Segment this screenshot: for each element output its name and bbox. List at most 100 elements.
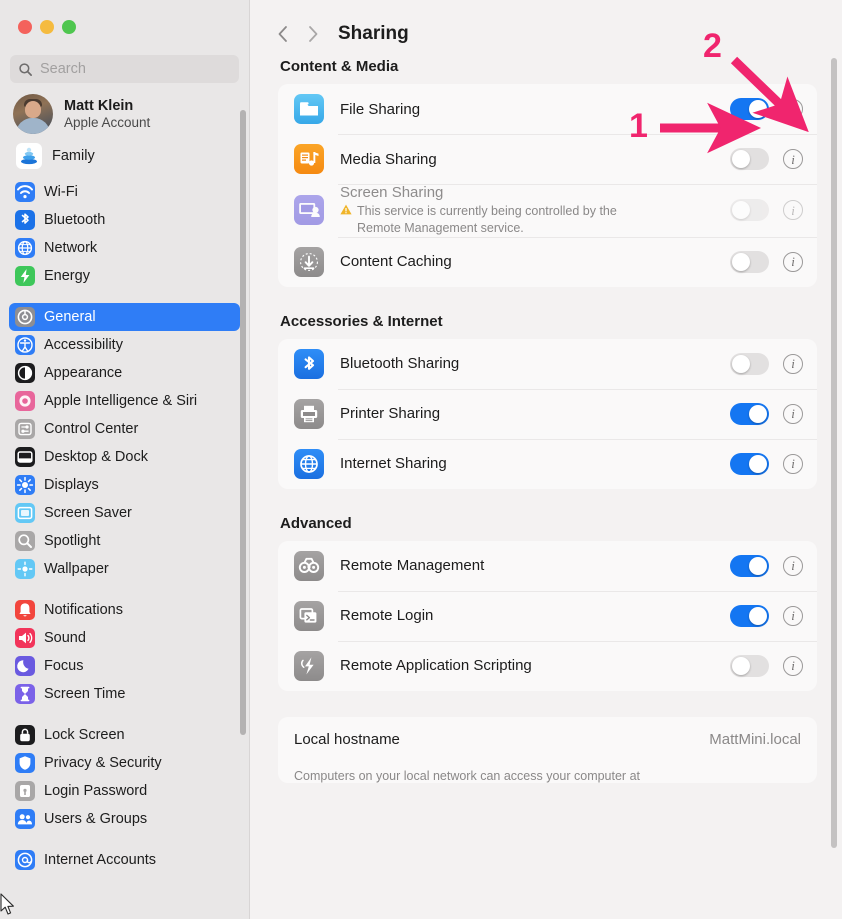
settings-sections: Content & Media File Sharing i Media Sharin… xyxy=(250,58,842,783)
privacy-security-icon xyxy=(15,753,35,773)
screen-sharing-info-button[interactable]: i xyxy=(783,200,803,221)
sidebar-item-login-password[interactable]: Login Password xyxy=(9,777,240,805)
main-scrollbar[interactable] xyxy=(831,58,837,848)
forward-button[interactable] xyxy=(302,23,324,45)
sidebar-item-energy[interactable]: Energy xyxy=(9,262,240,290)
bluetooth-sharing-icon xyxy=(294,348,324,379)
sidebar-item-sound[interactable]: Sound xyxy=(9,624,240,652)
media-sharing-info-button[interactable]: i xyxy=(783,149,803,169)
remote-application-scripting-info-button[interactable]: i xyxy=(783,655,803,676)
family-icon xyxy=(16,143,42,169)
internet-sharing-toggle[interactable] xyxy=(730,452,769,475)
content-caching-toggle[interactable] xyxy=(730,250,769,273)
sidebar-item-label: Login Password xyxy=(44,783,148,799)
sidebar-item-label: Sound xyxy=(44,630,86,646)
notifications-icon xyxy=(15,600,35,620)
section-title: Advanced xyxy=(280,514,352,532)
sidebar-item-label: Network xyxy=(44,240,98,256)
settings-row: Internet Sharing i xyxy=(278,438,817,489)
remote-scripting-icon xyxy=(294,650,324,681)
row-label: File Sharing xyxy=(340,100,421,118)
zoom-button[interactable] xyxy=(62,20,76,34)
row-note-text: This service is currently being controll… xyxy=(357,204,617,235)
local-hostname-row[interactable]: Local hostname MattMini.local xyxy=(278,717,817,763)
sidebar-scrollbar[interactable] xyxy=(240,110,246,735)
screen-time-icon xyxy=(15,684,35,704)
bluetooth-icon xyxy=(15,210,35,230)
settings-row: Remote Management i xyxy=(278,541,817,591)
sidebar-item-notifications[interactable]: Notifications xyxy=(9,596,240,624)
sidebar-item-apple-intelligence-siri[interactable]: Apple Intelligence & Siri xyxy=(9,387,240,415)
close-button[interactable] xyxy=(18,20,32,34)
row-label: Content Caching xyxy=(340,253,452,271)
sidebar-item-family[interactable]: Family xyxy=(0,140,249,178)
sidebar-item-displays[interactable]: Displays xyxy=(9,471,240,499)
minimize-button[interactable] xyxy=(40,20,54,34)
sidebar-item-label: Apple Intelligence & Siri xyxy=(44,393,198,409)
bluetooth-sharing-info-button[interactable]: i xyxy=(783,353,803,374)
sidebar-item-screen-time[interactable]: Screen Time xyxy=(9,680,240,708)
sidebar-item-label: Privacy & Security xyxy=(44,755,162,771)
sidebar-item-label: Displays xyxy=(44,477,99,493)
wifi-icon xyxy=(15,182,35,202)
sidebar-item-screen-saver[interactable]: Screen Saver xyxy=(9,499,240,527)
settings-row: Remote Application Scripting i xyxy=(278,640,817,691)
sidebar-item-label: Focus xyxy=(44,658,84,674)
search-input[interactable] xyxy=(40,61,231,77)
remote-application-scripting-toggle[interactable] xyxy=(730,654,769,677)
gear-icon xyxy=(15,307,35,327)
sidebar-item-label: Screen Saver xyxy=(44,505,132,521)
remote-management-toggle[interactable] xyxy=(730,554,769,577)
settings-row: Content Caching i xyxy=(278,236,817,287)
sidebar-item-users-groups[interactable]: Users & Groups xyxy=(9,805,240,833)
remote-login-toggle[interactable] xyxy=(730,604,769,627)
sidebar-item-bluetooth[interactable]: Bluetooth xyxy=(9,206,240,234)
file-sharing-toggle[interactable] xyxy=(730,98,769,120)
sidebar-item-network[interactable]: Network xyxy=(9,234,240,262)
screen-sharing-toggle[interactable] xyxy=(730,199,769,222)
network-icon xyxy=(15,238,35,258)
local-hostname-label: Local hostname xyxy=(294,731,400,749)
content-caching-info-button[interactable]: i xyxy=(783,251,803,272)
users-groups-icon xyxy=(15,809,35,829)
sidebar-item-focus[interactable]: Focus xyxy=(9,652,240,680)
warning-triangle-icon xyxy=(340,204,352,215)
printer-sharing-info-button[interactable]: i xyxy=(783,403,803,424)
remote-login-info-button[interactable]: i xyxy=(783,605,803,626)
sidebar-item-lock-screen[interactable]: Lock Screen xyxy=(9,721,240,749)
displays-icon xyxy=(15,475,35,495)
sidebar-item-control-center[interactable]: Control Center xyxy=(9,415,240,443)
spotlight-icon xyxy=(15,531,35,551)
internet-sharing-icon xyxy=(294,448,324,479)
sidebar-item-internet-accounts[interactable]: Internet Accounts xyxy=(9,846,240,874)
remote-management-info-button[interactable]: i xyxy=(783,555,803,576)
window-controls xyxy=(0,0,249,46)
sidebar-item-label: Bluetooth xyxy=(44,212,106,228)
remote-login-icon xyxy=(294,600,324,631)
sidebar-item-wi-fi[interactable]: Wi-Fi xyxy=(9,178,240,206)
apple-account-item[interactable]: Matt Klein Apple Account xyxy=(0,83,249,140)
sidebar-group-separator xyxy=(9,290,240,303)
section-title: Accessories & Internet xyxy=(280,312,443,330)
sidebar-item-spotlight[interactable]: Spotlight xyxy=(9,527,240,555)
sidebar-item-wallpaper[interactable]: Wallpaper xyxy=(9,555,240,583)
printer-sharing-toggle[interactable] xyxy=(730,402,769,425)
sidebar-item-label: Appearance xyxy=(44,365,123,381)
sidebar-item-desktop-dock[interactable]: Desktop & Dock xyxy=(9,443,240,471)
sidebar-item-general[interactable]: General xyxy=(9,303,240,331)
settings-row: Screen Sharing This service is currently … xyxy=(278,184,817,237)
row-warning-note: This service is currently being controll… xyxy=(340,203,730,237)
media-sharing-toggle[interactable] xyxy=(730,148,769,170)
back-button[interactable] xyxy=(272,23,294,45)
bluetooth-sharing-toggle[interactable] xyxy=(730,352,769,375)
internet-sharing-info-button[interactable]: i xyxy=(783,453,803,474)
sidebar-item-appearance[interactable]: Appearance xyxy=(9,359,240,387)
sidebar-item-privacy-security[interactable]: Privacy & Security xyxy=(9,749,240,777)
file-sharing-info-button[interactable]: i xyxy=(783,99,803,119)
sidebar-item-label: Energy xyxy=(44,268,90,284)
search-field[interactable] xyxy=(10,55,239,83)
hostname-card: Local hostname MattMini.local Computers on… xyxy=(278,716,817,783)
sidebar-item-accessibility[interactable]: Accessibility xyxy=(9,331,240,359)
mouse-cursor-icon xyxy=(0,893,14,915)
section-title: Content & Media xyxy=(280,58,399,75)
